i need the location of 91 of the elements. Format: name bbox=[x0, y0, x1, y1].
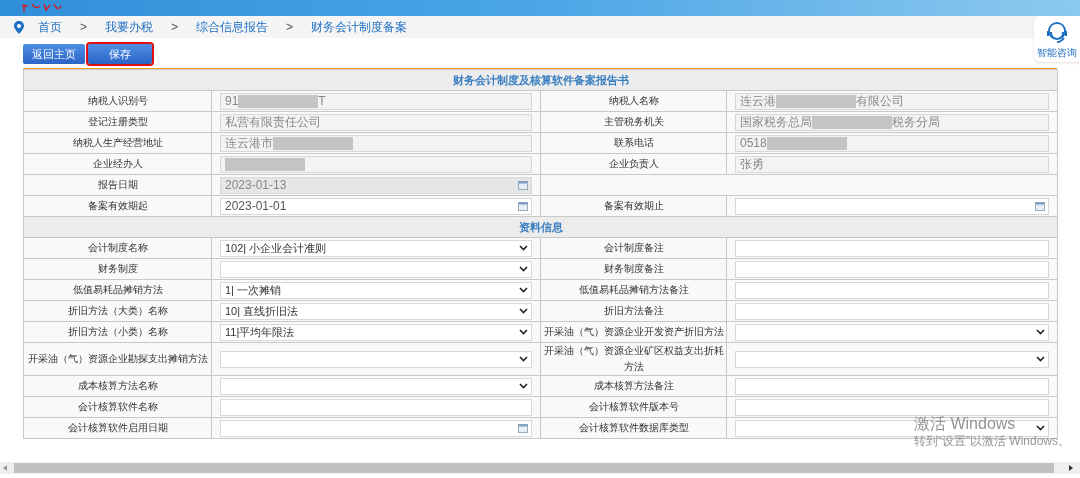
breadcrumb-link[interactable]: 首页 bbox=[38, 18, 62, 36]
field-label: 主管税务机关 bbox=[603, 116, 664, 127]
field-label: 纳税人名称 bbox=[608, 95, 659, 106]
chevron-down-icon bbox=[519, 329, 528, 335]
calendar-icon bbox=[1035, 201, 1045, 211]
select-field[interactable] bbox=[735, 323, 1049, 341]
input-field[interactable] bbox=[735, 398, 1049, 416]
input-field[interactable] bbox=[735, 377, 1049, 395]
field-label: 纳税人生产经营地址 bbox=[72, 137, 163, 148]
field-label: 开采油（气）资源企业开发资产折旧方法 bbox=[543, 326, 724, 337]
chevron-down-icon bbox=[1036, 329, 1045, 335]
field-label: 折旧方法（小类）名称 bbox=[67, 326, 168, 337]
section-title: 资料信息 bbox=[23, 216, 1058, 238]
select-field[interactable] bbox=[220, 377, 532, 395]
chevron-down-icon bbox=[519, 383, 528, 389]
field-label: 会计核算软件启用日期 bbox=[67, 422, 168, 433]
field-label: 开采油（气）资源企业矿区权益支出折耗方法 bbox=[543, 345, 724, 372]
select-field[interactable] bbox=[220, 260, 532, 278]
input-field[interactable] bbox=[735, 239, 1049, 257]
select-field[interactable] bbox=[735, 350, 1049, 368]
field-label: 联系电话 bbox=[613, 137, 654, 148]
breadcrumb-link[interactable]: 综合信息报告 bbox=[196, 18, 269, 36]
select-field[interactable]: 102| 小企业会计准则 bbox=[220, 239, 532, 257]
chevron-down-icon bbox=[519, 245, 528, 251]
field-label: 会计制度备注 bbox=[603, 242, 664, 253]
help-label: 智能咨询 bbox=[1037, 46, 1077, 60]
chevron-down-icon bbox=[1036, 356, 1045, 362]
select-field[interactable]: 1| 一次摊销 bbox=[220, 281, 532, 299]
field-label: 会计核算软件名称 bbox=[77, 401, 158, 412]
date-field[interactable] bbox=[220, 419, 532, 437]
back-button[interactable]: 返回主页 bbox=[23, 44, 85, 64]
breadcrumb-separator: > bbox=[286, 19, 294, 36]
input-field[interactable] bbox=[220, 398, 532, 416]
breadcrumb-separator: > bbox=[80, 19, 87, 36]
field-label: 成本核算方法名称 bbox=[77, 380, 158, 391]
select-field[interactable] bbox=[220, 350, 532, 368]
scrollbar-thumb[interactable] bbox=[14, 463, 1054, 473]
breadcrumb-separator: > bbox=[171, 19, 179, 36]
field-label: 企业负责人 bbox=[608, 158, 659, 169]
breadcrumb-link[interactable]: 我要办税 bbox=[105, 18, 153, 36]
input-field[interactable] bbox=[220, 155, 532, 173]
input-field[interactable]: 91 T bbox=[220, 92, 532, 110]
select-field[interactable]: 11|平均年限法 bbox=[220, 323, 532, 341]
field-label: 报告日期 bbox=[97, 179, 138, 190]
form-title: 财务会计制度及核算软件备案报告书 bbox=[23, 69, 1058, 91]
input-field[interactable]: 私营有限责任公司 bbox=[220, 113, 532, 131]
input-field[interactable] bbox=[735, 260, 1049, 278]
chevron-down-icon bbox=[519, 266, 528, 272]
horizontal-scrollbar[interactable] bbox=[0, 462, 1080, 474]
field-label: 折旧方法备注 bbox=[603, 305, 664, 316]
input-field[interactable] bbox=[735, 302, 1049, 320]
calendar-icon bbox=[518, 423, 528, 433]
chevron-down-icon bbox=[519, 356, 528, 362]
field-label: 备案有效期止 bbox=[603, 200, 664, 211]
field-label: 低值易耗品摊销方法 bbox=[72, 284, 163, 295]
input-field[interactable]: 连云港 有限公司 bbox=[735, 92, 1049, 110]
breadcrumb-link[interactable]: 财务会计制度备案 bbox=[311, 18, 408, 36]
chevron-down-icon bbox=[519, 308, 528, 314]
input-field[interactable] bbox=[735, 281, 1049, 299]
calendar-icon bbox=[518, 201, 528, 211]
input-field[interactable]: 张勇 bbox=[735, 155, 1049, 173]
help-widget[interactable]: 智能咨询 bbox=[1034, 16, 1080, 62]
field-label: 登记注册类型 bbox=[87, 116, 148, 127]
field-label: 纳税人识别号 bbox=[87, 95, 148, 106]
save-button[interactable]: 保存 bbox=[88, 44, 152, 64]
headset-icon bbox=[1044, 19, 1070, 45]
field-label: 财务制度备注 bbox=[603, 263, 664, 274]
select-field[interactable]: 10| 直线折旧法 bbox=[220, 302, 532, 320]
field-label: 会计核算软件数据库类型 bbox=[578, 422, 689, 433]
chevron-down-icon bbox=[1036, 425, 1045, 431]
activation-title: 激活 Windows bbox=[914, 414, 1016, 434]
chevron-down-icon bbox=[519, 287, 528, 293]
location-pin-icon bbox=[14, 20, 24, 34]
input-field[interactable]: 国家税务总局 税务分局 bbox=[735, 113, 1049, 131]
logo-icon bbox=[22, 4, 62, 12]
field-label: 备案有效期起 bbox=[87, 200, 148, 211]
field-label: 折旧方法（大类）名称 bbox=[67, 305, 168, 316]
activation-text: 转到“设置”以激活 Windows。 bbox=[914, 434, 1070, 449]
field-label: 开采油（气）资源企业勘探支出摊销方法 bbox=[27, 353, 208, 364]
field-label: 财务制度 bbox=[97, 263, 138, 274]
date-field[interactable]: 2023-01-01 bbox=[220, 197, 532, 215]
field-label: 会计制度名称 bbox=[87, 242, 148, 253]
date-field[interactable]: 2023-01-13 bbox=[220, 176, 532, 194]
date-field[interactable] bbox=[735, 197, 1049, 215]
field-label: 会计核算软件版本号 bbox=[588, 401, 679, 412]
field-label: 成本核算方法备注 bbox=[593, 380, 674, 391]
calendar-icon bbox=[518, 180, 528, 190]
field-label: 低值易耗品摊销方法备注 bbox=[578, 284, 689, 295]
field-label: 企业经办人 bbox=[92, 158, 143, 169]
input-field[interactable]: 0518 bbox=[735, 134, 1049, 152]
input-field[interactable]: 连云港市 bbox=[220, 134, 532, 152]
